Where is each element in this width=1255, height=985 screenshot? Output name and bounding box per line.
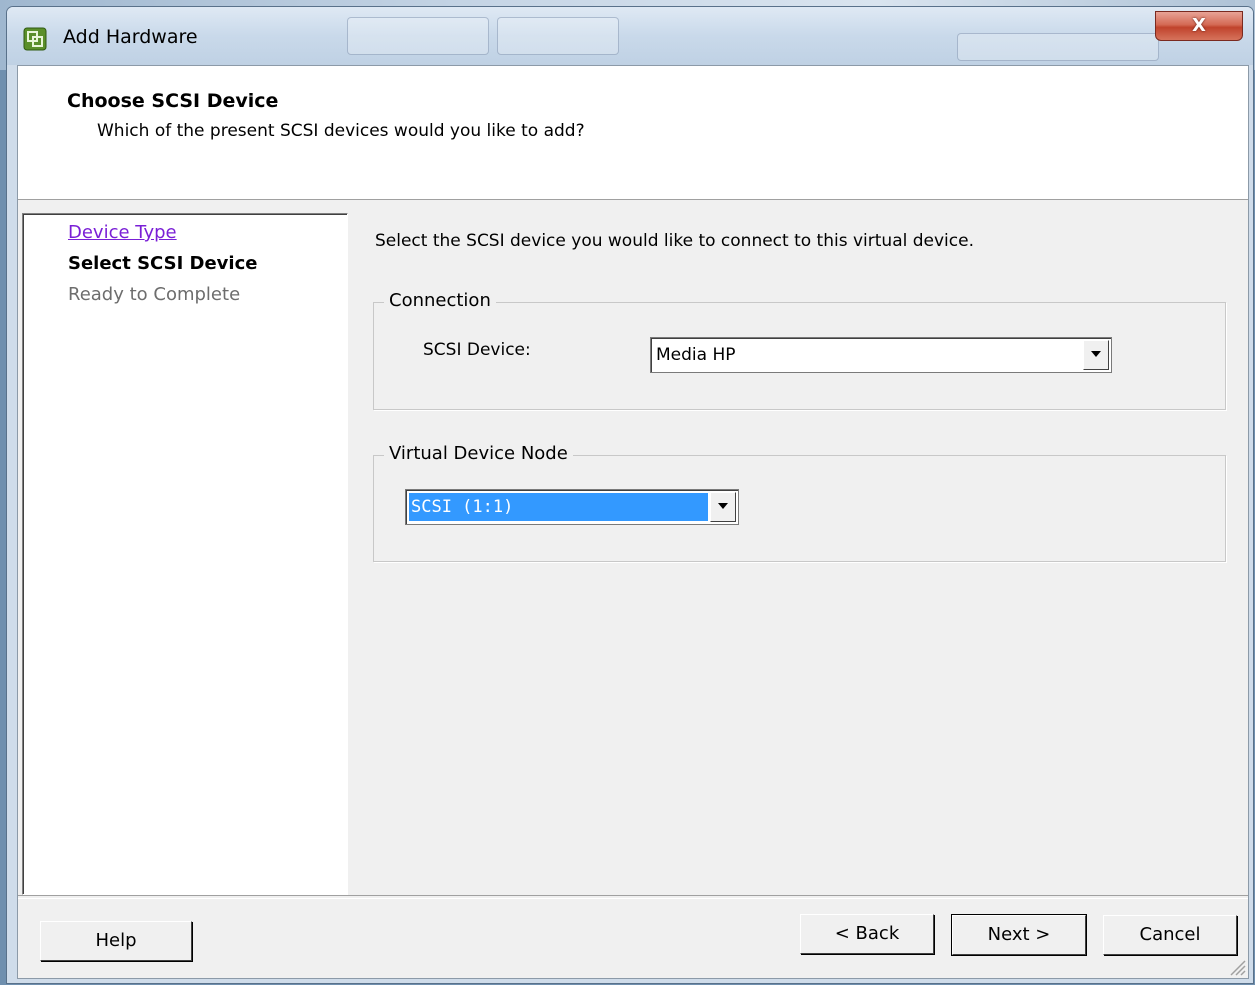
title-bar[interactable]: Add Hardware X bbox=[7, 7, 1253, 65]
footer-separator bbox=[18, 895, 1248, 899]
scsi-device-label: SCSI Device: bbox=[423, 340, 531, 360]
virtual-device-node-value: SCSI (1:1) bbox=[409, 493, 708, 521]
next-button[interactable]: Next > bbox=[951, 914, 1087, 956]
step-ready-to-complete: Ready to Complete bbox=[68, 284, 241, 305]
step-select-scsi-device: Select SCSI Device bbox=[68, 253, 258, 274]
resize-grip-icon[interactable] bbox=[1226, 956, 1246, 976]
page-title: Choose SCSI Device bbox=[67, 90, 279, 112]
scsi-device-dropdown-button[interactable] bbox=[1083, 340, 1109, 370]
cancel-button[interactable]: Cancel bbox=[1103, 915, 1237, 955]
chevron-down-icon bbox=[718, 503, 728, 509]
connection-legend: Connection bbox=[384, 290, 496, 311]
back-button[interactable]: < Back bbox=[800, 914, 934, 954]
background-ghost bbox=[497, 17, 619, 55]
virtual-device-node-dropdown[interactable]: SCSI (1:1) bbox=[405, 489, 739, 525]
background-ghost bbox=[347, 17, 489, 55]
background-ghost bbox=[957, 33, 1159, 61]
scsi-device-value: Media HP bbox=[656, 345, 736, 365]
virtual-device-node-dropdown-button[interactable] bbox=[710, 492, 736, 522]
instruction-text: Select the SCSI device you would like to… bbox=[375, 231, 974, 251]
add-hardware-dialog: Add Hardware X Choose SCSI Device Which … bbox=[6, 6, 1254, 984]
vsphere-app-icon bbox=[23, 27, 47, 51]
window-title: Add Hardware bbox=[63, 26, 198, 48]
help-button[interactable]: Help bbox=[40, 921, 192, 961]
chevron-down-icon bbox=[1091, 351, 1101, 357]
scsi-device-dropdown[interactable]: Media HP bbox=[650, 337, 1112, 373]
wizard-header: Choose SCSI Device Which of the present … bbox=[18, 66, 1248, 200]
virtual-device-node-legend: Virtual Device Node bbox=[384, 443, 573, 464]
wizard-steps-panel: Device Type Select SCSI Device Ready to … bbox=[22, 213, 348, 895]
step-device-type[interactable]: Device Type bbox=[68, 222, 177, 243]
close-icon: X bbox=[1192, 15, 1206, 36]
close-button[interactable]: X bbox=[1155, 11, 1243, 41]
virtual-device-node-group: Virtual Device Node SCSI (1:1) bbox=[373, 443, 1226, 562]
page-subtitle: Which of the present SCSI devices would … bbox=[97, 121, 585, 141]
dialog-client-area: Choose SCSI Device Which of the present … bbox=[17, 65, 1249, 979]
connection-group: Connection SCSI Device: Media HP bbox=[373, 290, 1226, 410]
